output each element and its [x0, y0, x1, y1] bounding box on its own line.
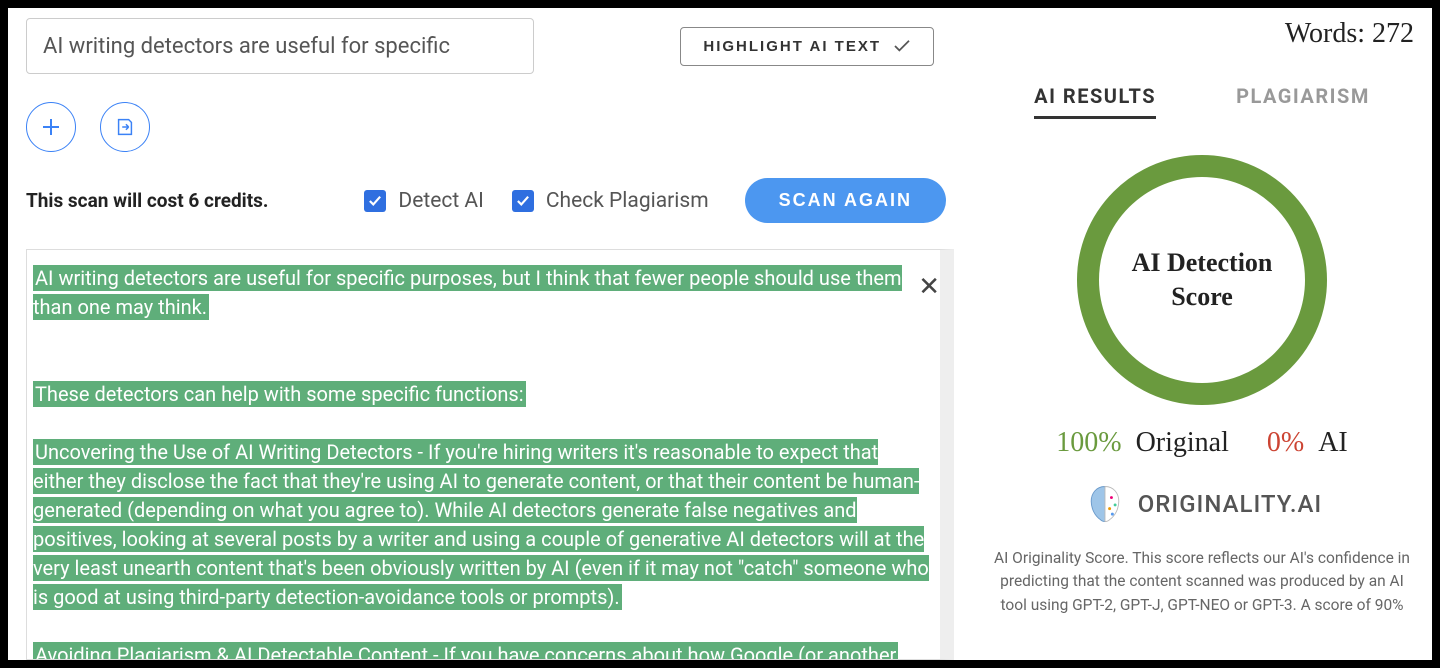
brain-icon — [1082, 481, 1128, 527]
content-textarea[interactable]: ✕ AI writing detectors are useful for sp… — [26, 249, 954, 660]
score-ring: AI Detection Score — [1077, 155, 1327, 405]
brand-logo: ORIGINALITY.AI — [1082, 481, 1322, 527]
add-button[interactable] — [26, 102, 76, 152]
scan-again-button[interactable]: SCAN AGAIN — [745, 178, 946, 223]
detect-ai-checkbox[interactable]: Detect AI — [364, 189, 483, 213]
score-title-line1: AI Detection — [1132, 248, 1273, 278]
highlight-button-label: HIGHLIGHT AI TEXT — [703, 38, 881, 55]
close-icon[interactable]: ✕ — [916, 272, 942, 302]
export-icon — [114, 116, 136, 138]
content-paragraph: AI writing detectors are useful for spec… — [33, 265, 902, 320]
content-paragraph: Avoiding Plagiarism & AI Detectable Cont… — [33, 642, 898, 660]
check-plagiarism-label: Check Plagiarism — [546, 189, 709, 213]
title-input[interactable] — [26, 18, 534, 74]
label-original: Original — [1136, 427, 1229, 459]
check-icon — [893, 39, 911, 53]
percent-original: 100% — [1056, 427, 1121, 459]
percent-ai: 0% — [1267, 427, 1304, 459]
content-paragraph: These detectors can help with some speci… — [33, 381, 526, 407]
export-button[interactable] — [100, 102, 150, 152]
tab-ai-results[interactable]: AI RESULTS — [1034, 84, 1156, 119]
checkbox-icon — [512, 190, 534, 212]
score-description: AI Originality Score. This score reflect… — [982, 547, 1422, 617]
check-plagiarism-checkbox[interactable]: Check Plagiarism — [512, 189, 709, 213]
score-title-line2: Score — [1171, 282, 1233, 312]
detect-ai-label: Detect AI — [398, 189, 483, 213]
credits-text: This scan will cost 6 credits. — [26, 189, 268, 212]
word-count: Words: 272 — [1285, 18, 1414, 50]
checkbox-icon — [364, 190, 386, 212]
highlight-ai-text-button[interactable]: HIGHLIGHT AI TEXT — [680, 27, 934, 66]
content-paragraph: Uncovering the Use of AI Writing Detecto… — [33, 439, 929, 610]
label-ai: AI — [1318, 427, 1348, 459]
brand-text: ORIGINALITY.AI — [1138, 490, 1322, 518]
score-breakdown: 100% Original 0% AI — [1056, 427, 1348, 459]
tab-plagiarism[interactable]: PLAGIARISM — [1236, 84, 1370, 119]
plus-icon — [40, 116, 62, 138]
